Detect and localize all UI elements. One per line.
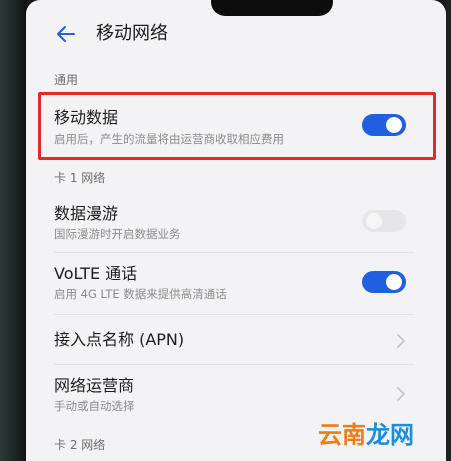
operator-title: 网络运营商	[54, 376, 135, 395]
phone-bezel-left	[0, 0, 26, 461]
volte-title: VoLTE 通话	[54, 264, 138, 283]
section-label-general: 通用	[54, 73, 79, 87]
mobile-data-title: 移动数据	[54, 108, 119, 127]
roaming-subtitle: 国际漫游时开启数据业务	[54, 227, 181, 241]
setting-row-operator[interactable]: 网络运营商 手动或自动选择	[26, 368, 446, 424]
watermark-part2: 龙网	[366, 420, 414, 449]
toggle-knob	[386, 117, 402, 133]
phone-frame: 移动网络 通用 移动数据 启用后，产生的流量将由运营商收取相应费用 卡 1 网络…	[0, 0, 451, 461]
screen: 移动网络 通用 移动数据 启用后，产生的流量将由运营商收取相应费用 卡 1 网络…	[26, 0, 446, 461]
roaming-toggle[interactable]	[362, 210, 406, 232]
mobile-data-toggle[interactable]	[362, 114, 406, 136]
operator-subtitle: 手动或自动选择	[54, 399, 135, 413]
back-arrow-icon[interactable]	[54, 22, 78, 46]
app-header: 移动网络	[26, 14, 446, 56]
setting-row-apn[interactable]: 接入点名称 (APN)	[26, 318, 446, 364]
chevron-right-icon	[397, 334, 405, 348]
setting-row-volte[interactable]: VoLTE 通话 启用 4G LTE 数据来提供高清通话	[26, 256, 446, 314]
toggle-knob	[366, 213, 382, 229]
page-title: 移动网络	[96, 23, 168, 44]
volte-toggle[interactable]	[362, 271, 406, 293]
apn-title: 接入点名称 (APN)	[54, 330, 185, 349]
setting-row-roaming[interactable]: 数据漫游 国际漫游时开启数据业务	[26, 194, 446, 252]
section-label-sim2: 卡 2 网络	[54, 438, 106, 452]
watermark-part1: 云南	[318, 420, 366, 449]
roaming-title: 数据漫游	[54, 204, 119, 223]
section-label-sim1: 卡 1 网络	[54, 171, 106, 185]
phone-bezel-right	[446, 0, 451, 461]
mobile-data-subtitle: 启用后，产生的流量将由运营商收取相应费用	[54, 132, 284, 146]
watermark: 云南龙网	[318, 420, 414, 450]
divider	[54, 252, 414, 253]
chevron-right-icon	[397, 387, 405, 401]
divider	[54, 314, 414, 315]
divider	[54, 364, 414, 365]
volte-subtitle: 启用 4G LTE 数据来提供高清通话	[54, 287, 227, 301]
setting-row-mobile-data[interactable]: 移动数据 启用后，产生的流量将由运营商收取相应费用	[26, 96, 446, 160]
toggle-knob	[386, 274, 402, 290]
